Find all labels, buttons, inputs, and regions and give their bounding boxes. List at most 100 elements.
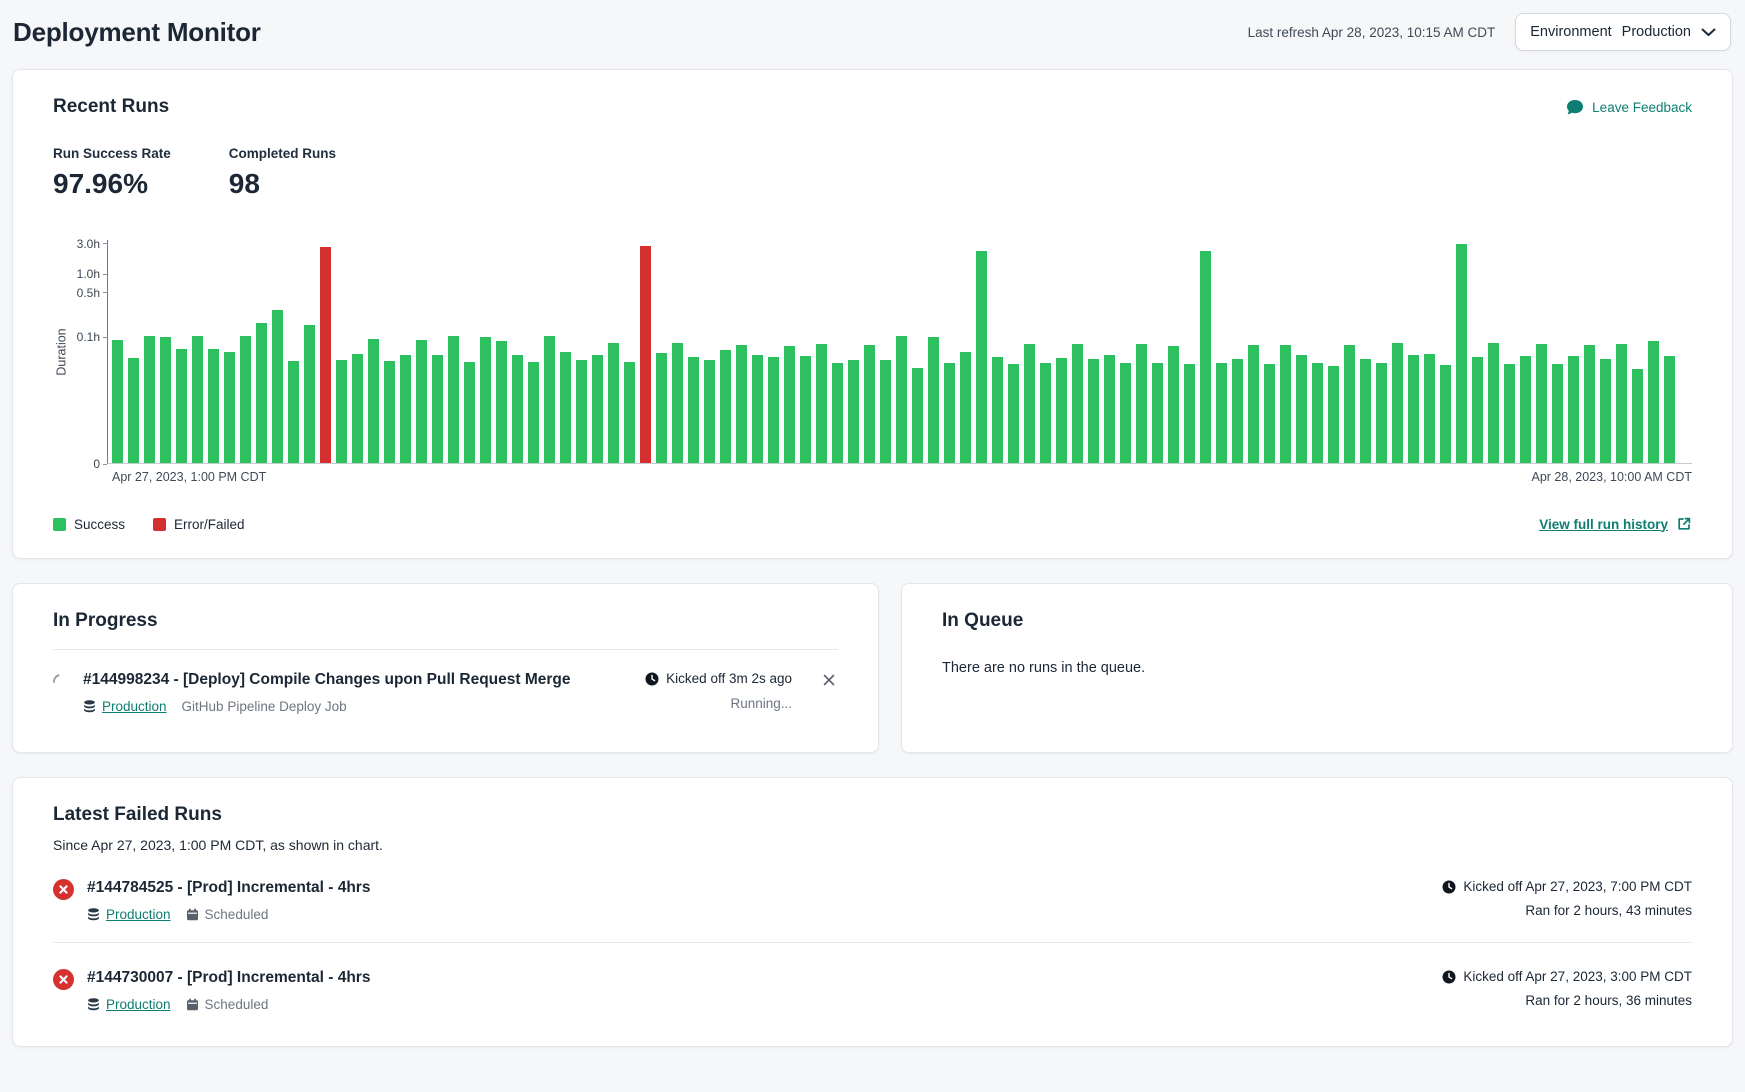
run-bar[interactable]	[832, 363, 843, 463]
run-bar[interactable]	[1040, 363, 1051, 463]
run-bar[interactable]	[864, 345, 875, 463]
leave-feedback-link[interactable]: Leave Feedback	[1566, 99, 1692, 116]
run-bar[interactable]	[432, 355, 443, 463]
environment-link[interactable]: Production	[106, 907, 171, 922]
run-bar[interactable]	[752, 355, 763, 463]
run-bar[interactable]	[1536, 344, 1547, 464]
run-bar[interactable]	[1552, 364, 1563, 463]
run-bar[interactable]	[528, 362, 539, 463]
run-bar[interactable]	[928, 337, 939, 463]
run-bar[interactable]	[1664, 356, 1675, 464]
run-bar[interactable]	[144, 336, 155, 463]
run-bar[interactable]	[512, 355, 523, 463]
run-bar[interactable]	[800, 356, 811, 464]
run-bar[interactable]	[1072, 344, 1083, 463]
run-bar[interactable]	[1168, 346, 1179, 463]
run-bar[interactable]	[656, 353, 667, 463]
run-bar[interactable]	[576, 360, 587, 463]
run-bar[interactable]	[464, 362, 475, 463]
run-bar[interactable]	[128, 358, 139, 463]
run-bar[interactable]	[208, 349, 219, 463]
run-bar[interactable]	[1472, 357, 1483, 463]
run-bar[interactable]	[848, 360, 859, 463]
environment-selector[interactable]: Environment Production	[1515, 13, 1731, 51]
run-bar[interactable]	[880, 360, 891, 463]
run-bar[interactable]	[480, 337, 491, 463]
run-bar[interactable]	[1584, 345, 1595, 463]
run-bar[interactable]	[1120, 363, 1131, 463]
run-bar[interactable]	[624, 362, 635, 463]
run-bar[interactable]	[1232, 359, 1243, 463]
run-bar[interactable]	[1344, 345, 1355, 463]
run-bar[interactable]	[1024, 344, 1035, 463]
run-bar[interactable]	[1216, 363, 1227, 464]
run-bar[interactable]	[384, 361, 395, 463]
run-bar[interactable]	[1200, 251, 1211, 463]
run-bar[interactable]	[784, 346, 795, 463]
run-bar[interactable]	[1056, 358, 1067, 463]
run-bar[interactable]	[1328, 366, 1339, 464]
run-bar[interactable]	[336, 360, 347, 463]
run-bar[interactable]	[1360, 359, 1371, 464]
run-bar[interactable]	[960, 352, 971, 463]
view-full-run-history-link[interactable]: View full run history	[1539, 516, 1692, 532]
run-bar[interactable]	[1488, 343, 1499, 463]
run-bar[interactable]	[224, 352, 235, 463]
run-bar[interactable]	[176, 349, 187, 463]
run-bar[interactable]	[448, 336, 459, 463]
run-bar[interactable]	[496, 341, 507, 463]
environment-link[interactable]: Production	[106, 997, 171, 1012]
run-bar[interactable]	[1600, 359, 1611, 463]
run-bar[interactable]	[240, 336, 251, 463]
run-bar[interactable]	[288, 361, 299, 463]
run-bar[interactable]	[768, 357, 779, 463]
run-bar[interactable]	[1184, 364, 1195, 463]
run-bar[interactable]	[416, 340, 427, 463]
run-bar[interactable]	[1104, 355, 1115, 463]
run-bar[interactable]	[1136, 344, 1147, 463]
run-bar[interactable]	[192, 336, 203, 463]
run-bar[interactable]	[304, 325, 315, 463]
run-bar[interactable]	[816, 344, 827, 464]
run-bar[interactable]	[1408, 355, 1419, 463]
run-bar[interactable]	[320, 247, 331, 463]
run-bar[interactable]	[1616, 344, 1627, 463]
run-bar[interactable]	[672, 343, 683, 463]
run-bar[interactable]	[1248, 345, 1259, 463]
run-bar[interactable]	[736, 345, 747, 463]
run-bar[interactable]	[1440, 365, 1451, 463]
run-bar[interactable]	[400, 355, 411, 463]
run-bar[interactable]	[1152, 363, 1163, 464]
run-bar[interactable]	[976, 251, 987, 463]
run-bar[interactable]	[720, 350, 731, 463]
run-bar[interactable]	[592, 355, 603, 463]
run-bar[interactable]	[1088, 359, 1099, 463]
run-bar[interactable]	[992, 357, 1003, 463]
run-bar[interactable]	[1392, 343, 1403, 463]
run-bar[interactable]	[1504, 364, 1515, 463]
run-bar[interactable]	[1520, 356, 1531, 464]
run-bar[interactable]	[640, 246, 651, 463]
run-bar[interactable]	[688, 357, 699, 463]
run-bar[interactable]	[160, 337, 171, 463]
run-bar[interactable]	[1424, 354, 1435, 463]
environment-link[interactable]: Production	[102, 699, 167, 714]
run-bar[interactable]	[1008, 364, 1019, 463]
run-bar[interactable]	[912, 368, 923, 463]
run-bar[interactable]	[944, 363, 955, 463]
run-bar[interactable]	[544, 336, 555, 463]
run-bar[interactable]	[1632, 369, 1643, 463]
close-icon[interactable]	[820, 671, 838, 689]
run-bar[interactable]	[608, 343, 619, 463]
run-bar[interactable]	[1280, 345, 1291, 463]
run-bar[interactable]	[352, 354, 363, 463]
run-bar[interactable]	[560, 352, 571, 463]
run-bar[interactable]	[1264, 364, 1275, 463]
run-bar[interactable]	[1568, 356, 1579, 464]
run-bar[interactable]	[112, 340, 123, 463]
run-bar[interactable]	[368, 339, 379, 463]
run-bar[interactable]	[704, 360, 715, 463]
run-bar[interactable]	[272, 310, 283, 463]
run-bar[interactable]	[1648, 341, 1659, 463]
run-bar[interactable]	[1296, 355, 1307, 463]
